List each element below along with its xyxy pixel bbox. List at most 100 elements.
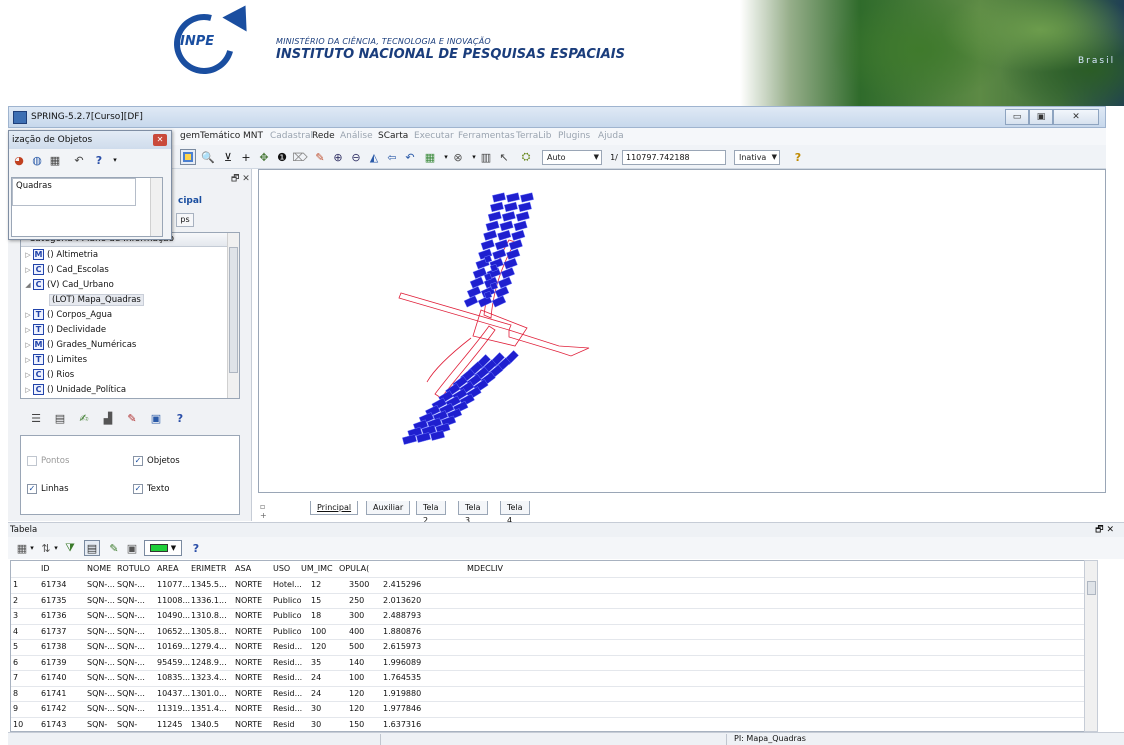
state-select[interactable]: Inativa ▼ [734, 150, 780, 165]
object-visualization-dialog[interactable]: ização de Objetos ✕ ◕ ◍ ▦ ↶ ? ▾ Quadras [8, 130, 172, 240]
table-cell[interactable]: 3500 [349, 579, 369, 591]
cursor-icon[interactable]: ↖ [496, 149, 512, 165]
scale-input[interactable]: 110797.742188 [622, 150, 726, 165]
tab-tela-3[interactable]: Tela 3 [458, 501, 488, 525]
row-number[interactable]: 2 [13, 595, 18, 607]
menu-executar[interactable]: Executar [414, 131, 454, 141]
row-number[interactable]: 5 [13, 641, 18, 653]
table-cell[interactable]: 1.637316 [383, 719, 421, 731]
table-cell[interactable]: Resid... [273, 672, 302, 684]
table-cell[interactable]: 1340.5 [191, 719, 219, 731]
table-cell[interactable]: 120 [349, 688, 364, 700]
texto-checkbox[interactable]: ✓ Texto [133, 484, 169, 494]
table-cell[interactable]: SQN-... [117, 688, 145, 700]
form-icon[interactable]: ▣ [124, 540, 140, 556]
expand-icon[interactable]: ▷ [23, 323, 33, 338]
table-cell[interactable]: 30 [311, 719, 321, 731]
expand-icon[interactable]: ▷ [23, 248, 33, 263]
table-cell[interactable]: 95459... [157, 657, 190, 669]
table-cell[interactable]: Publico [273, 610, 302, 622]
erase-icon[interactable]: ⌦ [292, 149, 308, 165]
table-cell[interactable]: 250 [349, 595, 364, 607]
checkbox-box[interactable]: ✓ [27, 484, 37, 494]
map-canvas[interactable] [258, 169, 1106, 493]
table-cell[interactable]: 1.919880 [383, 688, 421, 700]
table-row[interactable]: 8 61741 SQN-... SQN-... 10437... 1301.0... NOR… [11, 685, 1085, 701]
form-icon[interactable]: ▣ [148, 410, 164, 426]
table-cell[interactable]: Resid... [273, 657, 302, 669]
table-cell[interactable]: 150 [349, 719, 364, 731]
cursor-cross-icon[interactable]: + [238, 149, 254, 165]
table-cell[interactable]: 1351.4... [191, 703, 227, 715]
table-cell[interactable]: 100 [311, 626, 326, 638]
undo-arrow-icon[interactable]: ↶ [402, 149, 418, 165]
table-cell[interactable]: 10490... [157, 610, 190, 622]
menu-tematico[interactable]: Temático [200, 131, 240, 141]
table-cell[interactable]: Resid... [273, 688, 302, 700]
table-scrollbar[interactable] [1084, 560, 1098, 732]
tree-item-mapa-quadras[interactable]: (LOT) Mapa_Quadras [49, 293, 144, 308]
table-cell[interactable]: NORTE [235, 641, 262, 653]
checkbox-box[interactable] [27, 456, 37, 466]
table-cell[interactable]: 1336.1... [191, 595, 227, 607]
color-select[interactable]: ▼ [144, 540, 182, 556]
table-cell[interactable]: 1.977846 [383, 703, 421, 715]
chart-icon[interactable]: ▟ [100, 410, 116, 426]
table-cell[interactable]: NORTE [235, 672, 262, 684]
pan-icon[interactable]: ✥ [256, 149, 272, 165]
zoom-out-icon[interactable]: ⊖ [348, 149, 364, 165]
table-cell[interactable]: SQN-... [87, 626, 115, 638]
collapse-icon[interactable]: ◢ [23, 278, 33, 293]
column-header[interactable]: USO [273, 563, 290, 575]
tab-principal[interactable]: Principal [310, 501, 359, 515]
table-cell[interactable]: SQN-... [87, 703, 115, 715]
tab-ps[interactable]: ps [176, 213, 194, 227]
help-dropdown-icon[interactable]: ▾ [107, 152, 123, 168]
table-cell[interactable]: 61736 [41, 610, 66, 622]
table-icon[interactable]: ▤ [52, 410, 68, 426]
table-cell[interactable]: 11077... [157, 579, 190, 591]
table-cell[interactable]: 35 [311, 657, 321, 669]
table-cell[interactable]: SQN-... [87, 641, 115, 653]
table-cell[interactable]: Hotel... [273, 579, 302, 591]
back-arrow-icon[interactable]: ⇦ [384, 149, 400, 165]
table-cell[interactable]: 11245 [157, 719, 182, 731]
checkbox-box[interactable]: ✓ [133, 456, 143, 466]
row-number[interactable]: 9 [13, 703, 18, 715]
table-cell[interactable]: 140 [349, 657, 364, 669]
column-header[interactable]: MDECLIV [467, 563, 503, 575]
tabela-dock-controls[interactable]: 🗗 ✕ [1095, 523, 1114, 537]
table-cell[interactable]: 61740 [41, 672, 66, 684]
tree-item-altimetria[interactable]: ▷ M() Altimetria [23, 248, 98, 263]
zoom-in-icon[interactable]: ⊕ [330, 149, 346, 165]
table-cell[interactable]: NORTE [235, 719, 262, 731]
table-cell[interactable]: 1323.4... [191, 672, 227, 684]
color-wheel-icon[interactable]: ◍ [29, 152, 45, 168]
table-cell[interactable]: 120 [349, 703, 364, 715]
table-cell[interactable]: 1345.5... [191, 579, 227, 591]
help-icon[interactable]: ? [91, 152, 107, 168]
table-cell[interactable]: 300 [349, 610, 364, 622]
table-cell[interactable]: 1279.4... [191, 641, 227, 653]
table-cell[interactable]: 10437... [157, 688, 190, 700]
filter-icon[interactable]: ⧩ [62, 540, 78, 556]
pontos-checkbox[interactable]: Pontos [27, 456, 69, 466]
table-cell[interactable]: SQN-... [117, 703, 145, 715]
tab-tela-4[interactable]: Tela 4 [500, 501, 530, 525]
table-cell[interactable]: 18 [311, 610, 321, 622]
table-cell[interactable]: 24 [311, 688, 321, 700]
table-cell[interactable]: 61739 [41, 657, 66, 669]
zoom-icon[interactable]: 🔍 [200, 149, 216, 165]
tab-auxiliar[interactable]: Auxiliar [366, 501, 411, 515]
paint-icon[interactable]: ◕ [11, 152, 27, 168]
list-icon[interactable]: ☰ [28, 410, 44, 426]
table-row[interactable]: 10 61743 SQN- SQN- 11245 1340.5 NORTE Resid 30 15… [11, 716, 1085, 732]
menu-analise[interactable]: Análise [340, 131, 373, 141]
columns-dropdown-icon[interactable]: ▾ [28, 540, 36, 556]
grid-icon[interactable]: ▦ [47, 152, 63, 168]
table-cell[interactable]: 1301.0... [191, 688, 227, 700]
table-cell[interactable]: 61743 [41, 719, 66, 731]
table-row[interactable]: 4 61737 SQN-... SQN-... 10652... 1305.8... NOR… [11, 623, 1085, 639]
menu-imagem[interactable]: gem [180, 131, 200, 141]
table-cell[interactable]: NORTE [235, 595, 262, 607]
